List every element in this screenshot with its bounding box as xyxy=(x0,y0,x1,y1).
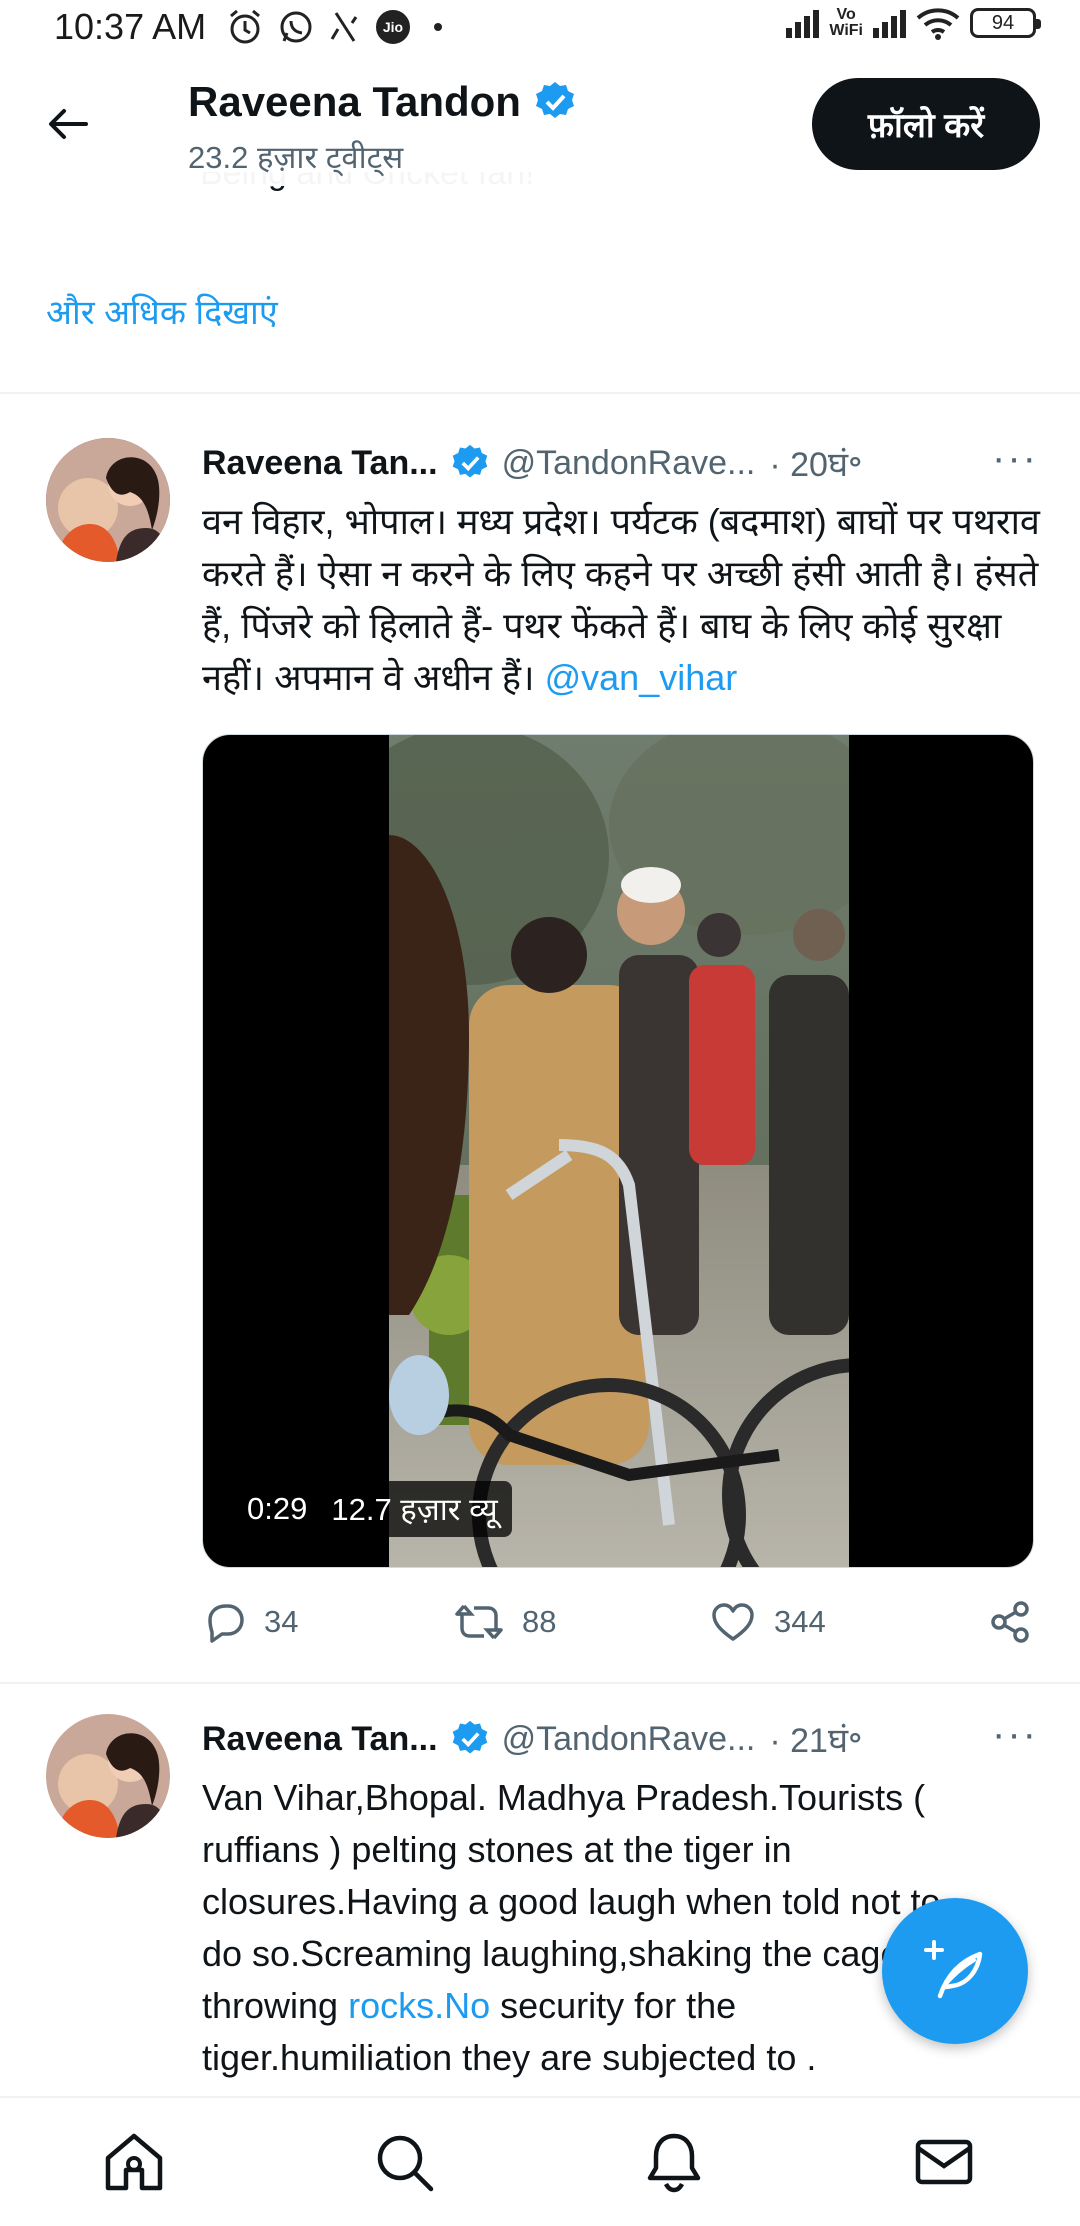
retweet-icon xyxy=(455,1604,503,1640)
tweet-header: Raveena Tan... @TandonRave... · 21घं॰ xyxy=(202,1716,863,1762)
back-arrow-icon[interactable] xyxy=(40,96,96,152)
avatar[interactable] xyxy=(46,438,170,562)
header-name-row: Raveena Tandon xyxy=(188,78,577,126)
tweet-count: 23.2 हज़ार ट्वीट्स xyxy=(188,140,404,175)
verified-badge-icon xyxy=(535,82,574,118)
whatsapp-icon xyxy=(280,11,312,43)
cell-signal-icon-2 xyxy=(873,8,906,38)
bottom-navigation xyxy=(0,2096,1080,2226)
video-player[interactable]: 0:29 12.7 हज़ार व्यू xyxy=(202,734,1034,1568)
alarm-icon xyxy=(230,9,260,44)
retweet-count: 88 xyxy=(522,1604,557,1639)
battery-indicator: 94 xyxy=(970,8,1041,38)
messages-icon[interactable] xyxy=(908,2126,980,2198)
video-thumbnail xyxy=(389,735,849,1567)
like-count: 344 xyxy=(774,1604,826,1639)
vowifi-label: Vo WiFi xyxy=(829,6,863,39)
tweet-author-name[interactable]: Raveena Tan... xyxy=(202,444,438,483)
tweet-handle[interactable]: @TandonRave... xyxy=(502,1720,756,1759)
tweet-actions: 34 88 344 xyxy=(202,1600,1040,1656)
video-duration: 0:29 xyxy=(247,1491,308,1526)
show-more-link[interactable]: और अधिक दिखाएं xyxy=(46,288,278,334)
tweet-timestamp[interactable]: · 21घं॰ xyxy=(769,1716,862,1762)
compose-tweet-button[interactable] xyxy=(882,1898,1028,2044)
signal-slash-icon xyxy=(330,12,358,42)
status-system-icons: Vo WiFi 94 xyxy=(786,6,1041,40)
mention-link[interactable]: @van_vihar xyxy=(545,657,738,698)
profile-header: Raveena Tandon 23.2 हज़ार ट्वीट्स फ़ॉलो … xyxy=(0,56,1080,186)
reply-count: 34 xyxy=(264,1604,299,1639)
compose-feather-icon xyxy=(924,1940,983,1999)
verified-badge-icon xyxy=(452,444,487,478)
tweet-divider xyxy=(0,1682,1080,1684)
share-icon xyxy=(991,1601,1029,1643)
tweet-handle[interactable]: @TandonRave... xyxy=(502,444,756,483)
more-options-icon[interactable]: ··· xyxy=(992,1712,1038,1757)
tweet-timestamp[interactable]: · 20घं॰ xyxy=(769,440,862,486)
video-info-badge: 0:29 12.7 हज़ार व्यू xyxy=(233,1481,512,1537)
wifi-icon xyxy=(916,8,960,40)
reply-icon xyxy=(208,1604,244,1643)
status-time: 10:37 AM xyxy=(54,6,207,47)
like-button[interactable]: 344 xyxy=(710,1600,826,1644)
home-icon[interactable] xyxy=(98,2126,170,2198)
retweet-button[interactable]: 88 xyxy=(454,1600,556,1644)
section-divider xyxy=(0,392,1080,394)
tweet-author-name[interactable]: Raveena Tan... xyxy=(202,1720,438,1759)
verified-badge-icon xyxy=(452,1720,487,1754)
more-options-icon[interactable]: ··· xyxy=(992,436,1038,481)
status-notification-icons: Jio xyxy=(226,8,442,46)
tweet-header: Raveena Tan... @TandonRave... · 20घं॰ xyxy=(202,440,863,486)
more-notifications-dot xyxy=(434,23,442,31)
reply-button[interactable]: 34 xyxy=(202,1600,298,1644)
jio-icon: Jio xyxy=(376,10,410,44)
share-button[interactable] xyxy=(988,1600,1032,1644)
notifications-icon[interactable] xyxy=(638,2126,710,2198)
avatar[interactable] xyxy=(46,1714,170,1838)
follow-button[interactable]: फ़ॉलो करें xyxy=(812,78,1040,170)
video-views: 12.7 हज़ार व्यू xyxy=(331,1492,498,1527)
cell-signal-icon xyxy=(786,8,820,38)
search-icon[interactable] xyxy=(368,2126,440,2198)
tweet-text: वन विहार, भोपाल। मध्य प्रदेश। पर्यटक (बद… xyxy=(202,501,1040,698)
tweet-link[interactable]: rocks.No xyxy=(348,1985,490,2026)
status-bar: 10:37 AM Jio Vo WiFi 94 xyxy=(0,0,1080,56)
profile-name: Raveena Tandon xyxy=(188,78,521,125)
heart-icon xyxy=(712,1603,754,1641)
